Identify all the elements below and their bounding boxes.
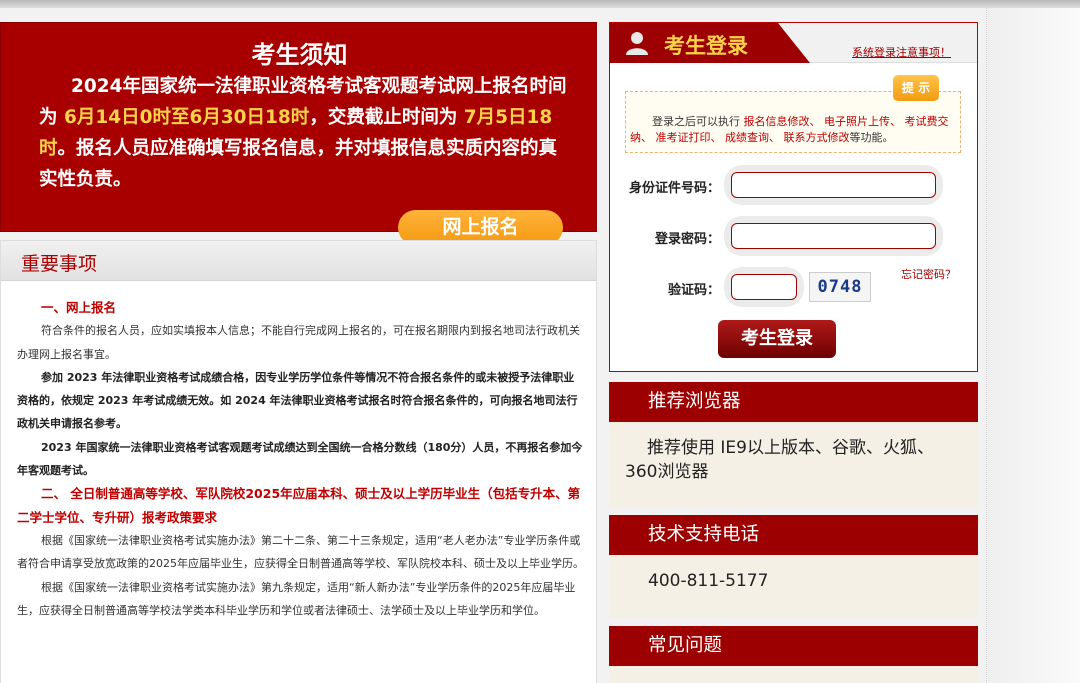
tip-suffix: 等功能。 bbox=[849, 131, 894, 144]
captcha-field-wrap bbox=[724, 267, 804, 307]
password-label: 登录密码： bbox=[654, 232, 720, 247]
page-edge bbox=[986, 8, 988, 683]
notice-text-2: ，交费截止时间为 bbox=[309, 107, 464, 128]
section-title: 一、网上报名 bbox=[41, 300, 117, 315]
login-button[interactable]: 考生登录 bbox=[718, 320, 836, 358]
support-phone: 400-811-5177 bbox=[648, 571, 769, 591]
top-strip bbox=[0, 0, 1080, 8]
id-number-field-wrap bbox=[724, 165, 943, 205]
tip-item: 准考证打印、 bbox=[655, 131, 722, 144]
tip-text: 登录之后可以执行 报名信息修改、 电子照片上传、 考试费交纳、 准考证打印、 成… bbox=[630, 114, 958, 146]
tip-item: 报名信息修改、 bbox=[743, 115, 821, 128]
faq-box: 常见问题 bbox=[609, 626, 978, 683]
tip-item: 联系方式修改 bbox=[783, 131, 850, 144]
notice-text-3: 。报名人员应准确填写报名信息，并对填报信息实质内容的真实性负责。 bbox=[39, 138, 558, 190]
tip-item: 电子照片上传、 bbox=[824, 115, 901, 128]
login-title: 考生登录 bbox=[664, 33, 748, 58]
tip-badge: 提 示 bbox=[893, 75, 939, 101]
user-icon bbox=[626, 32, 648, 55]
browser-text-content: 推荐使用 IE9以上版本、谷歌、火狐、360浏览器 bbox=[625, 438, 934, 482]
login-notice-link[interactable]: 系统登录注意事项！ bbox=[852, 44, 951, 60]
important-matters-content: 一、网上报名 符合条件的报名人员，应如实填报本人信息；不能自行完成网上报名的，可… bbox=[17, 296, 585, 622]
browser-text: 推荐使用 IE9以上版本、谷歌、火狐、360浏览器 bbox=[609, 422, 978, 484]
support-title: 技术支持电话 bbox=[609, 515, 978, 555]
captcha-row: 验证码： 0748 bbox=[610, 267, 977, 307]
notice-title: 考生须知 bbox=[251, 41, 348, 69]
id-number-input[interactable] bbox=[731, 172, 936, 198]
tip-box: 提 示 登录之后可以执行 报名信息修改、 电子照片上传、 考试费交纳、 准考证打… bbox=[625, 75, 961, 153]
important-matters-panel: 重要事项 一、网上报名 符合条件的报名人员，应如实填报本人信息；不能自行完成网上… bbox=[0, 240, 597, 683]
browser-box: 推荐浏览器 推荐使用 IE9以上版本、谷歌、火狐、360浏览器 bbox=[609, 382, 978, 508]
browser-title: 推荐浏览器 bbox=[609, 382, 978, 422]
section-title: 二、 全日制普通高等学校、军队院校2025年应届本科、硕士及以上学历毕业生（包括… bbox=[17, 486, 581, 525]
important-matters-title: 重要事项 bbox=[21, 253, 98, 275]
login-header: 考生登录 系统登录注意事项！ bbox=[610, 23, 977, 63]
login-panel: 考生登录 系统登录注意事项！ 提 示 登录之后可以执行 报名信息修改、 电子照片… bbox=[609, 22, 978, 372]
paragraph: 参加 2023 年法律职业资格考试成绩合格，因专业学历学位条件等情况不符合报名条… bbox=[17, 370, 578, 431]
captcha-image[interactable]: 0748 bbox=[809, 272, 871, 302]
support-box: 技术支持电话 400-811-5177 bbox=[609, 515, 978, 618]
captcha-label: 验证码： bbox=[667, 283, 720, 298]
faq-title[interactable]: 常见问题 bbox=[609, 626, 978, 666]
paragraph: 根据《国家统一法律职业资格考试实施办法》第二十二条、第二十三条规定，适用“老人老… bbox=[17, 533, 584, 571]
notice-period: 6月14日0时至6月30日18时 bbox=[63, 107, 310, 128]
notice-text: 2024年国家统一法律职业资格考试客观题考试网上报名时间为 6月14日0时至6月… bbox=[39, 71, 569, 195]
paragraph: 根据《国家统一法律职业资格考试实施办法》第九条规定，适用“新人新办法”专业学历条… bbox=[17, 580, 576, 617]
notice-banner: 考生须知 2024年国家统一法律职业资格考试客观题考试网上报名时间为 6月14日… bbox=[0, 22, 597, 245]
paragraph: 2023 年国家统一法律职业资格考试客观题考试成绩达到全国统一合格分数线（180… bbox=[17, 440, 583, 478]
id-number-label: 身份证件号码： bbox=[628, 181, 720, 196]
paragraph: 符合条件的报名人员，应如实填报本人信息；不能自行完成网上报名的，可在报名期限内到… bbox=[17, 324, 580, 361]
id-number-row: 身份证件号码： bbox=[610, 165, 977, 205]
password-input[interactable] bbox=[731, 223, 936, 249]
tip-prefix: 登录之后可以执行 bbox=[652, 115, 744, 128]
password-field-wrap bbox=[724, 216, 943, 256]
tip-item: 成绩查询、 bbox=[725, 131, 780, 144]
right-margin bbox=[988, 8, 1080, 683]
password-row: 登录密码： bbox=[610, 216, 977, 256]
captcha-input[interactable] bbox=[731, 274, 797, 300]
